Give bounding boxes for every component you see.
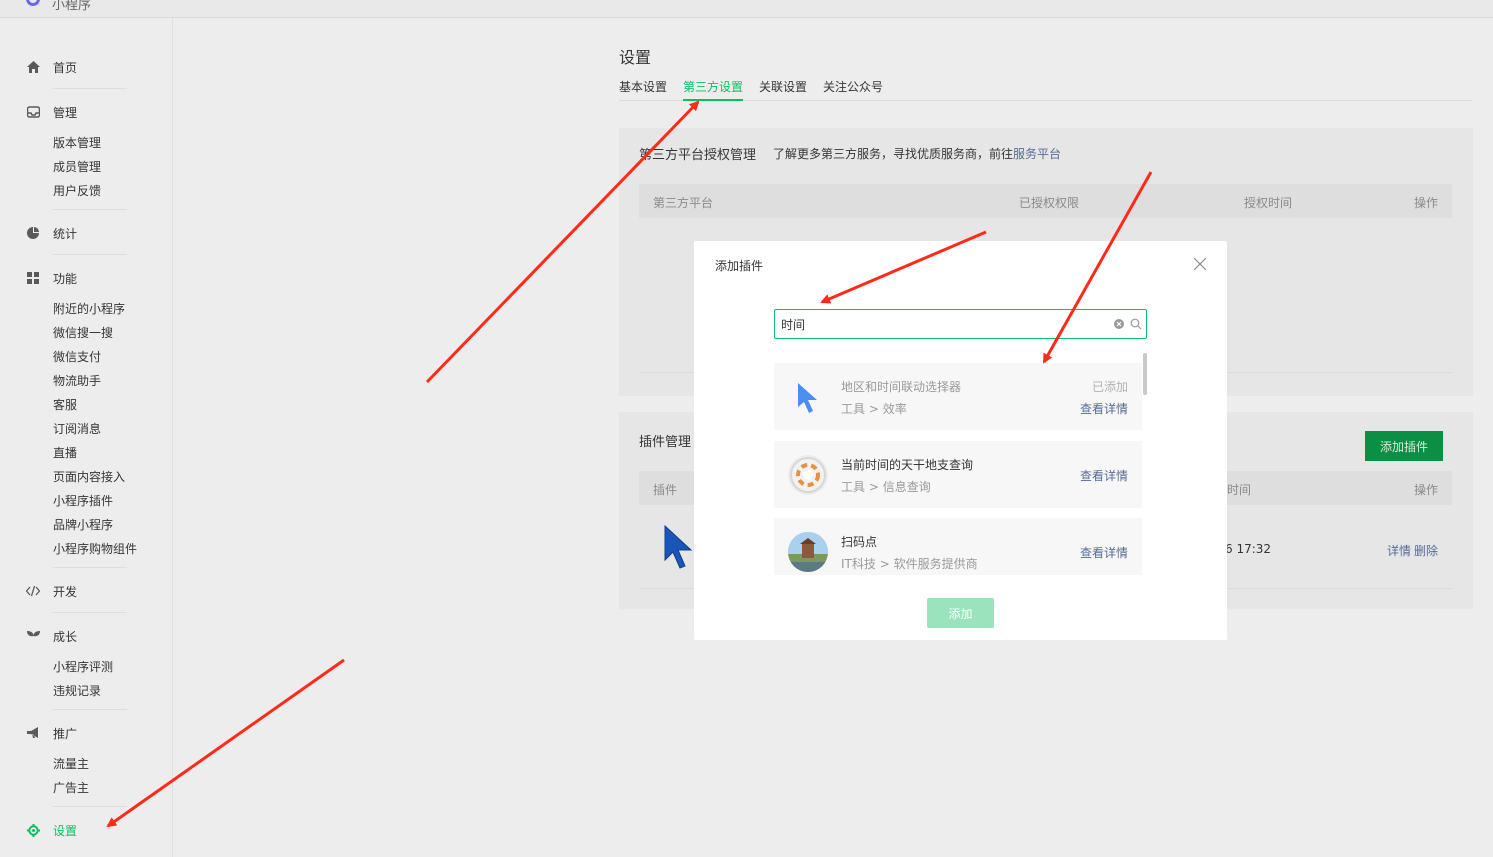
view-detail-link[interactable]: 查看详情	[1080, 400, 1128, 417]
add-button[interactable]: 添加	[927, 598, 994, 628]
list-item[interactable]: 地区和时间联动选择器 工具 > 效率 已添加 查看详情	[774, 363, 1142, 430]
subcategory-label: 效率	[882, 402, 907, 416]
plugin-category: 工具 > 信息查询	[841, 478, 931, 495]
plugin-name: 地区和时间联动选择器	[841, 380, 962, 394]
lifebuoy-icon	[788, 455, 828, 495]
category-label: 工具	[841, 402, 866, 416]
category-label: IT科技	[841, 557, 876, 571]
view-detail-link[interactable]: 查看详情	[1080, 544, 1128, 561]
plugin-name: 扫码点	[841, 535, 878, 549]
list-item[interactable]: 当前时间的天干地支查询 工具 > 信息查询 查看详情	[774, 441, 1142, 508]
plugin-category: IT科技 > 软件服务提供商	[841, 555, 978, 572]
plugin-search-field[interactable]	[774, 309, 1147, 339]
list-scrollbar[interactable]	[1143, 353, 1147, 395]
subcategory-label: 软件服务提供商	[893, 557, 978, 571]
added-status: 已添加	[1091, 380, 1128, 394]
add-plugin-dialog: 添加插件 地区和时间联动选择器 工具 > 效率 已添加 查看详情 当前时间的天干…	[694, 241, 1227, 640]
search-icon[interactable]	[1130, 318, 1142, 330]
category-label: 工具	[841, 480, 866, 494]
cursor-icon	[788, 377, 828, 417]
close-icon[interactable]	[1193, 257, 1209, 273]
clear-icon[interactable]	[1114, 319, 1124, 329]
landscape-avatar	[788, 532, 828, 572]
subcategory-label: 信息查询	[882, 480, 931, 494]
plugin-result-list[interactable]: 地区和时间联动选择器 工具 > 效率 已添加 查看详情 当前时间的天干地支查询 …	[774, 353, 1147, 575]
plugin-name: 当前时间的天干地支查询	[841, 458, 974, 472]
view-detail-link[interactable]: 查看详情	[1080, 467, 1128, 484]
dialog-title: 添加插件	[715, 259, 764, 273]
plugin-category: 工具 > 效率	[841, 400, 907, 417]
list-item[interactable]: 扫码点 IT科技 > 软件服务提供商 查看详情	[774, 518, 1142, 575]
category-separator: >	[879, 557, 890, 571]
search-input[interactable]	[781, 316, 1101, 332]
category-separator: >	[868, 480, 879, 494]
category-separator: >	[868, 402, 879, 416]
